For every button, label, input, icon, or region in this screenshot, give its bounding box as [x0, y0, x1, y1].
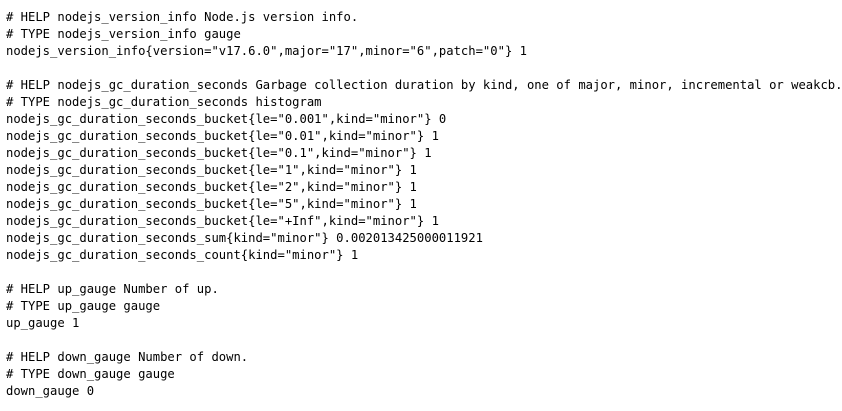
metric-value-line: nodejs_version_info{version="v17.6.0",ma… — [6, 44, 527, 58]
metric-type-line: # TYPE down_gauge gauge — [6, 367, 175, 381]
metric-value-line: nodejs_gc_duration_seconds_bucket{le="0.… — [6, 129, 439, 143]
metric-value-line: nodejs_gc_duration_seconds_bucket{le="+I… — [6, 214, 439, 228]
metric-value-line: nodejs_gc_duration_seconds_bucket{le="2"… — [6, 180, 417, 194]
metric-type-line: # TYPE nodejs_gc_duration_seconds histog… — [6, 95, 322, 109]
metrics-text-page: # HELP nodejs_version_info Node.js versi… — [6, 9, 842, 400]
metric-help-line: # HELP up_gauge Number of up. — [6, 282, 219, 296]
metric-help-line: # HELP nodejs_version_info Node.js versi… — [6, 10, 359, 24]
metric-value-line: up_gauge 1 — [6, 316, 80, 330]
metric-type-line: # TYPE up_gauge gauge — [6, 299, 161, 313]
metric-value-line: nodejs_gc_duration_seconds_bucket{le="1"… — [6, 163, 417, 177]
metric-value-line: nodejs_gc_duration_seconds_bucket{le="5"… — [6, 197, 417, 211]
metric-value-line: nodejs_gc_duration_seconds_count{kind="m… — [6, 248, 359, 262]
metric-help-line: # HELP down_gauge Number of down. — [6, 350, 249, 364]
metric-value-line: nodejs_gc_duration_seconds_sum{kind="min… — [6, 231, 483, 245]
metric-help-line: # HELP nodejs_gc_duration_seconds Garbag… — [6, 78, 842, 92]
metric-type-line: # TYPE nodejs_version_info gauge — [6, 27, 241, 41]
metric-value-line: nodejs_gc_duration_seconds_bucket{le="0.… — [6, 112, 447, 126]
metric-value-line: down_gauge 0 — [6, 384, 95, 398]
metric-value-line: nodejs_gc_duration_seconds_bucket{le="0.… — [6, 146, 432, 160]
